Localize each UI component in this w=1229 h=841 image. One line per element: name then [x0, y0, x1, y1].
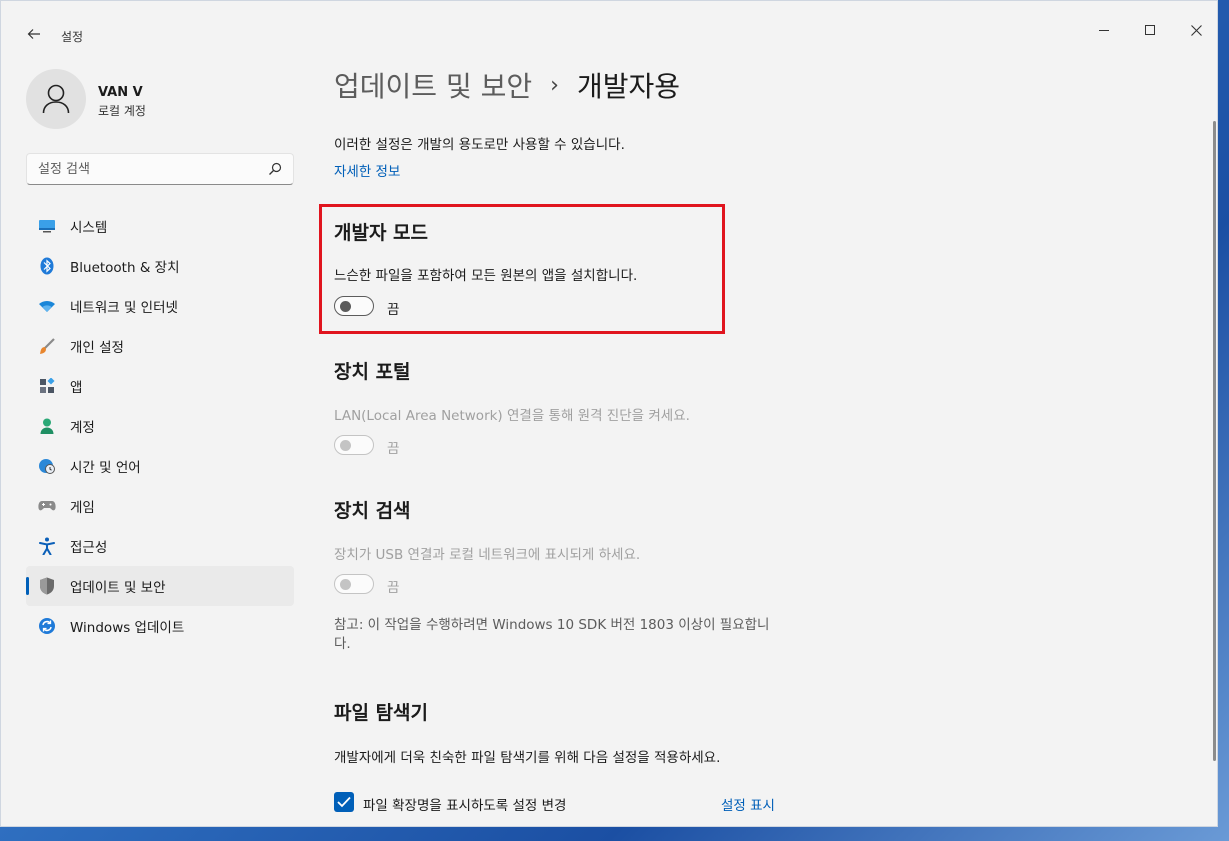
sidebar-item-label: 개인 설정 [70, 340, 124, 356]
toggle-knob [340, 440, 351, 451]
breadcrumb-parent[interactable]: 업데이트 및 보안 [334, 65, 532, 105]
maximize-button[interactable] [1127, 15, 1173, 45]
dev-mode-toggle[interactable] [334, 296, 374, 316]
close-icon [1190, 24, 1202, 36]
account-type: 로컬 계정 [98, 104, 146, 118]
search-icon[interactable] [267, 161, 283, 177]
intro-text: 이러한 설정은 개발의 용도로만 사용할 수 있습니다. [334, 137, 625, 153]
file-extension-checkbox[interactable] [334, 792, 354, 812]
sidebar-item-label: 네트워크 및 인터넷 [70, 300, 178, 316]
sidebar-item-system[interactable]: 시스템 [26, 206, 294, 246]
sidebar-item-accessibility[interactable]: 접근성 [26, 526, 294, 566]
device-discovery-title: 장치 검색 [334, 500, 411, 522]
breadcrumb: 업데이트 및 보안 › 개발자용 [334, 65, 680, 105]
sidebar-item-update-security[interactable]: 업데이트 및 보안 [26, 566, 294, 606]
checkmark-icon [337, 796, 351, 808]
show-settings-link[interactable]: 설정 표시 [721, 794, 775, 814]
device-portal-state: 끔 [387, 441, 400, 457]
device-discovery-description: 장치가 USB 연결과 로컬 네트워크에 표시되게 하세요. [334, 547, 641, 563]
toggle-knob [340, 579, 351, 590]
sidebar-item-label: 계정 [70, 420, 95, 436]
sidebar-item-accounts[interactable]: 계정 [26, 406, 294, 446]
user-name: VAN V [98, 85, 143, 100]
sidebar-item-personalization[interactable]: 개인 설정 [26, 326, 294, 366]
file-extension-label[interactable]: 파일 확장명을 표시하도록 설정 변경 [363, 794, 566, 814]
sidebar-item-label: 업데이트 및 보안 [70, 580, 166, 596]
settings-window: 설정 VAN V 로컬 계정 시스템 Bluetooth & 장치 네트워크 및… [0, 0, 1218, 827]
sidebar-item-apps[interactable]: 앱 [26, 366, 294, 406]
more-info-link[interactable]: 자세한 정보 [334, 160, 400, 180]
sidebar-item-label: 게임 [70, 500, 95, 516]
breadcrumb-separator: › [550, 72, 559, 98]
close-button[interactable] [1173, 15, 1217, 45]
back-button[interactable] [23, 25, 45, 47]
sidebar-item-label: 시스템 [70, 220, 108, 236]
file-explorer-title: 파일 탐색기 [334, 702, 429, 724]
sdk-note: 참고: 이 작업을 수행하려면 Windows 10 SDK 버전 1803 이… [334, 617, 770, 652]
app-title: 설정 [61, 30, 84, 44]
refresh-icon [38, 617, 56, 635]
person-icon [38, 417, 56, 435]
arrow-left-icon [27, 29, 40, 39]
search-input[interactable] [27, 154, 257, 184]
sidebar-item-label: Bluetooth & 장치 [70, 260, 180, 276]
scrollbar[interactable] [1213, 121, 1216, 761]
device-portal-description: LAN(Local Area Network) 연결을 통해 원격 진단을 켜세… [334, 408, 690, 424]
sidebar-item-label: 접근성 [70, 540, 108, 556]
device-discovery-state: 끔 [387, 580, 400, 596]
sidebar-item-windows-update[interactable]: Windows 업데이트 [26, 606, 294, 646]
toggle-knob [340, 301, 351, 312]
globe-clock-icon [38, 457, 56, 475]
minimize-icon [1099, 29, 1109, 31]
sidebar-item-bluetooth[interactable]: Bluetooth & 장치 [26, 246, 294, 286]
title-bar: 설정 [1, 1, 1217, 45]
brush-icon [38, 337, 56, 355]
dev-mode-title: 개발자 모드 [334, 222, 429, 244]
sidebar-item-network[interactable]: 네트워크 및 인터넷 [26, 286, 294, 326]
device-portal-toggle[interactable] [334, 435, 374, 455]
sidebar-item-label: Windows 업데이트 [70, 620, 185, 636]
minimize-button[interactable] [1081, 15, 1127, 45]
page-title: 개발자용 [576, 70, 680, 103]
search-box [26, 153, 294, 185]
person-avatar-icon [42, 84, 70, 114]
monitor-icon [38, 217, 56, 235]
sidebar-item-gaming[interactable]: 게임 [26, 486, 294, 526]
shield-icon [38, 577, 56, 595]
gamepad-icon [38, 497, 56, 515]
dev-mode-description: 느슨한 파일을 포함하여 모든 원본의 앱을 설치합니다. [334, 268, 638, 284]
file-explorer-description: 개발자에게 더욱 친숙한 파일 탐색기를 위해 다음 설정을 적용하세요. [334, 750, 721, 766]
sidebar-item-label: 앱 [70, 380, 83, 396]
maximize-icon [1145, 25, 1155, 35]
bluetooth-icon [38, 257, 56, 275]
sidebar-item-label: 시간 및 언어 [70, 460, 141, 476]
device-portal-title: 장치 포털 [334, 361, 411, 383]
sidebar-item-time-language[interactable]: 시간 및 언어 [26, 446, 294, 486]
avatar[interactable] [26, 69, 86, 129]
sidebar-nav: 시스템 Bluetooth & 장치 네트워크 및 인터넷 개인 설정 앱 계정… [26, 206, 294, 646]
dev-mode-state: 끔 [387, 302, 400, 318]
device-discovery-toggle[interactable] [334, 574, 374, 594]
accessibility-icon [38, 537, 56, 555]
wifi-icon [38, 297, 56, 315]
apps-icon [38, 377, 56, 395]
